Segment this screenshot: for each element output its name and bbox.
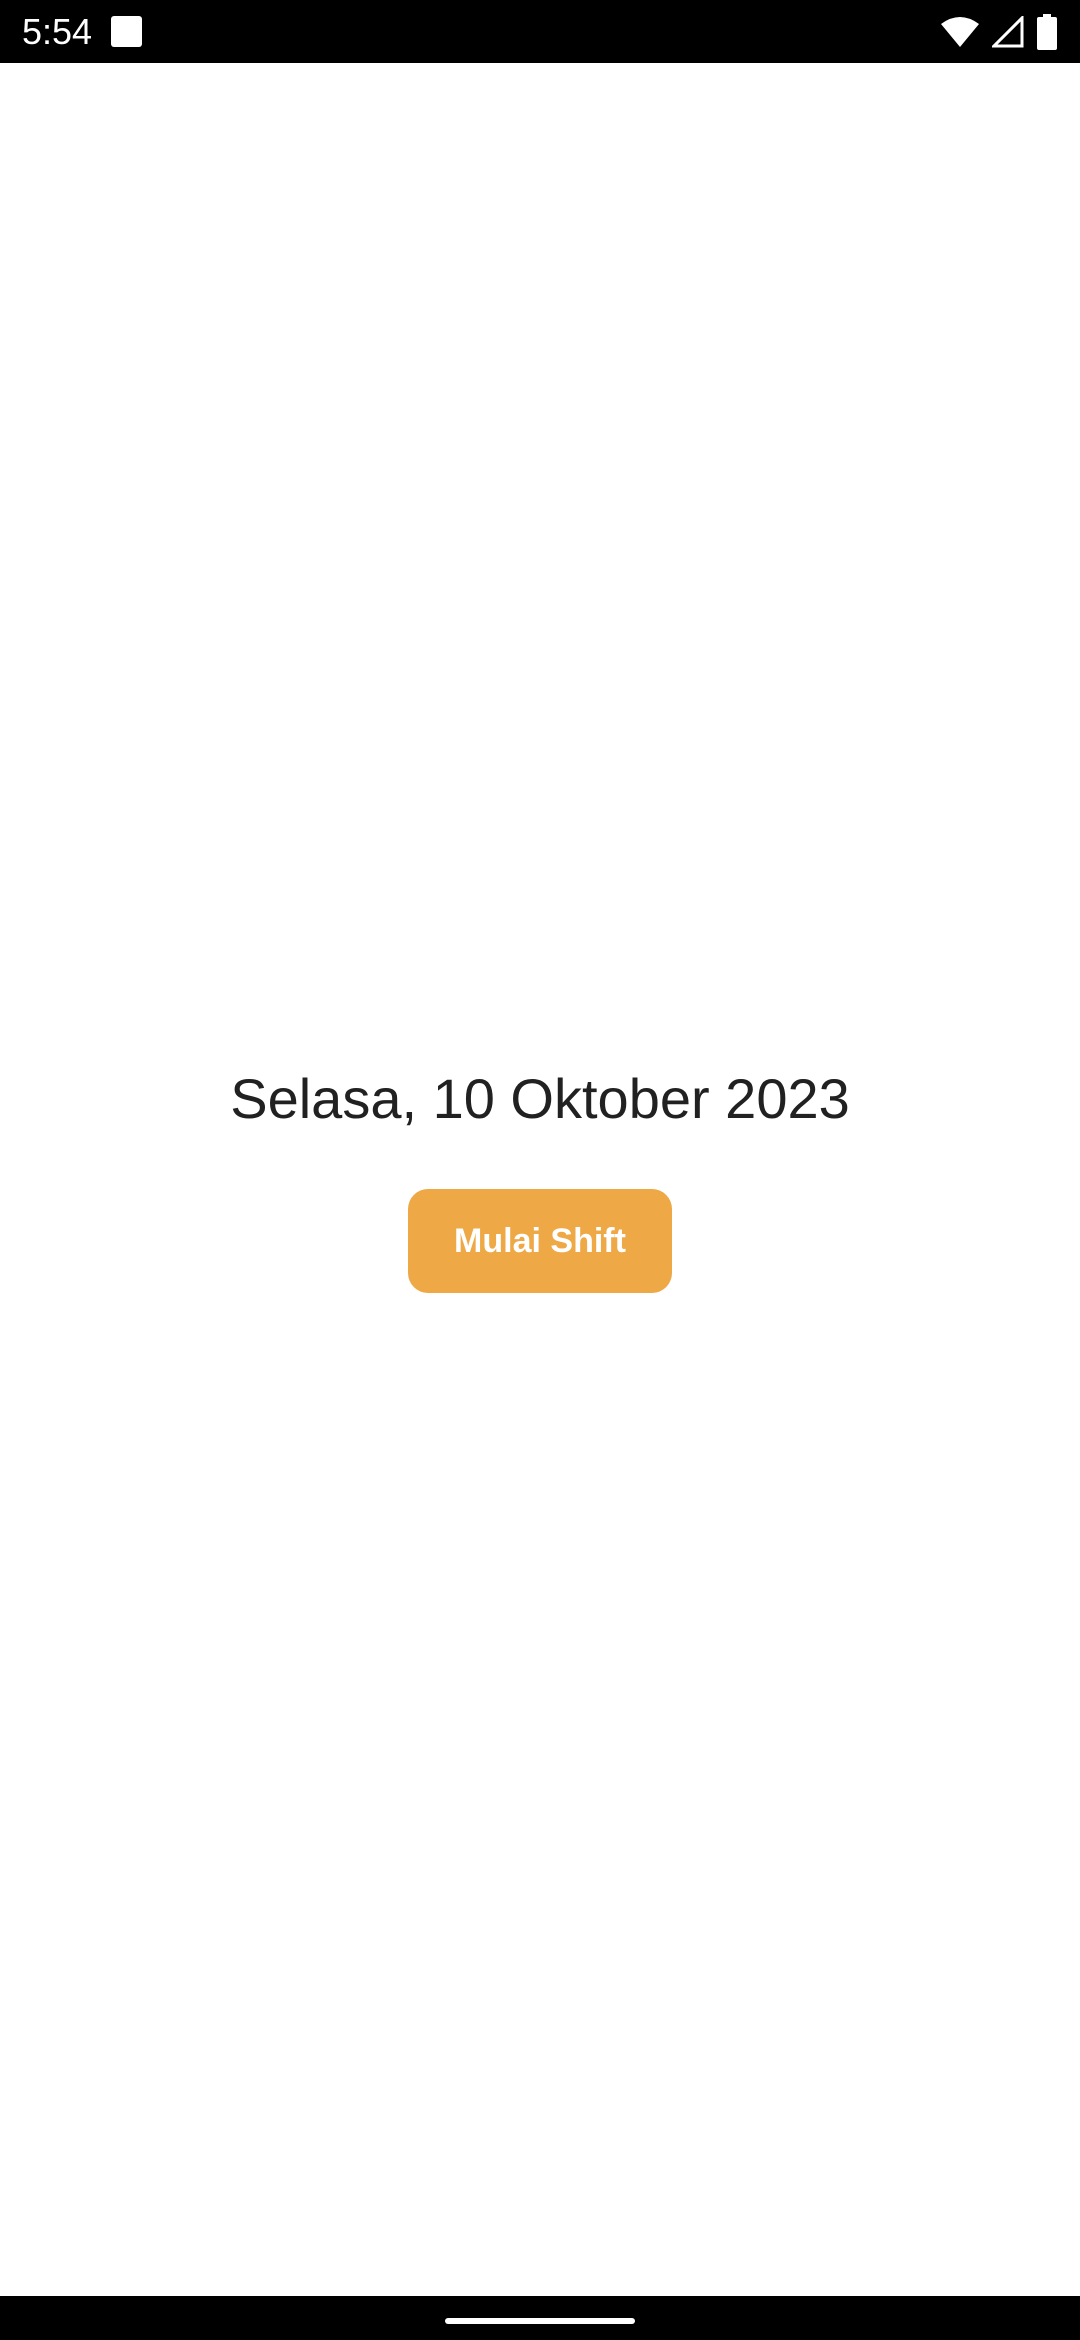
status-icons <box>940 12 1058 52</box>
start-shift-button[interactable]: Mulai Shift <box>408 1189 672 1293</box>
current-date-label: Selasa, 10 Oktober 2023 <box>230 1067 850 1130</box>
navigation-bar <box>0 2296 1080 2340</box>
main-content: Selasa, 10 Oktober 2023 Mulai Shift <box>0 63 1080 2296</box>
home-gesture-handle[interactable] <box>445 2318 635 2324</box>
status-time: 5:54 <box>22 11 93 52</box>
wifi-icon <box>940 16 980 48</box>
notification-square-icon <box>111 16 142 47</box>
status-bar: 5:54 <box>0 0 1080 63</box>
battery-icon <box>1036 14 1058 50</box>
signal-icon <box>992 16 1024 48</box>
